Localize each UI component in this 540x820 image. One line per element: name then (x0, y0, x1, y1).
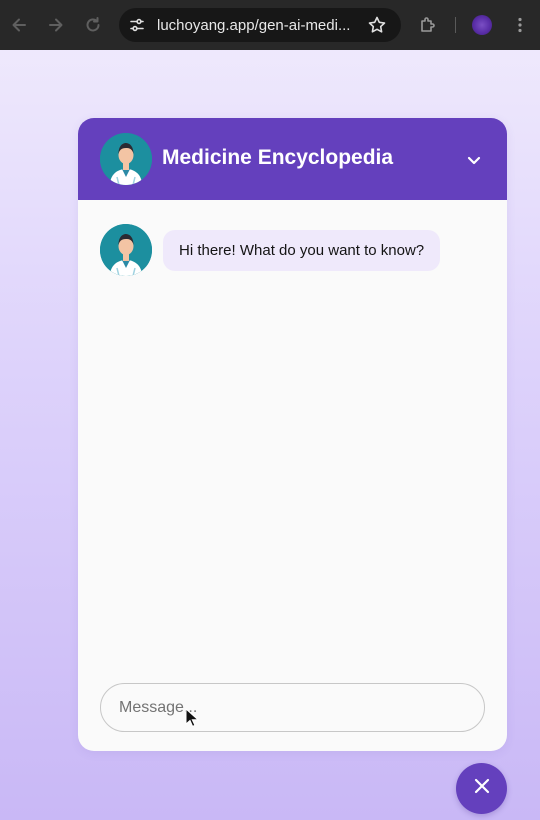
forward-icon[interactable] (44, 13, 68, 37)
menu-icon[interactable] (508, 13, 532, 37)
address-bar[interactable]: luchoyang.app/gen-ai-medi... (119, 8, 401, 42)
profile-icon[interactable] (472, 15, 492, 35)
bookmark-star-icon[interactable] (367, 15, 387, 35)
close-chat-button[interactable] (456, 763, 507, 814)
reload-icon[interactable] (81, 13, 105, 37)
address-bar-url[interactable]: luchoyang.app/gen-ai-medi... (157, 17, 362, 34)
message-input-container (100, 683, 485, 732)
back-icon[interactable] (7, 13, 31, 37)
doctor-avatar-icon (100, 133, 152, 185)
chat-widget: Medicine Encyclopedia Hi there! What do … (78, 118, 507, 751)
chat-title: Medicine Encyclopedia (162, 146, 394, 169)
chat-header: Medicine Encyclopedia (78, 118, 507, 200)
extensions-icon[interactable] (416, 13, 440, 37)
site-settings-icon[interactable] (129, 17, 145, 33)
close-icon (472, 776, 492, 801)
toolbar-divider (455, 17, 456, 33)
bot-avatar-icon (100, 224, 152, 276)
browser-toolbar: luchoyang.app/gen-ai-medi... (0, 0, 540, 50)
message-input[interactable] (101, 684, 484, 731)
bot-message-bubble: Hi there! What do you want to know? (163, 230, 441, 271)
chevron-down-icon[interactable] (462, 148, 486, 172)
mouse-cursor-icon (185, 708, 199, 727)
